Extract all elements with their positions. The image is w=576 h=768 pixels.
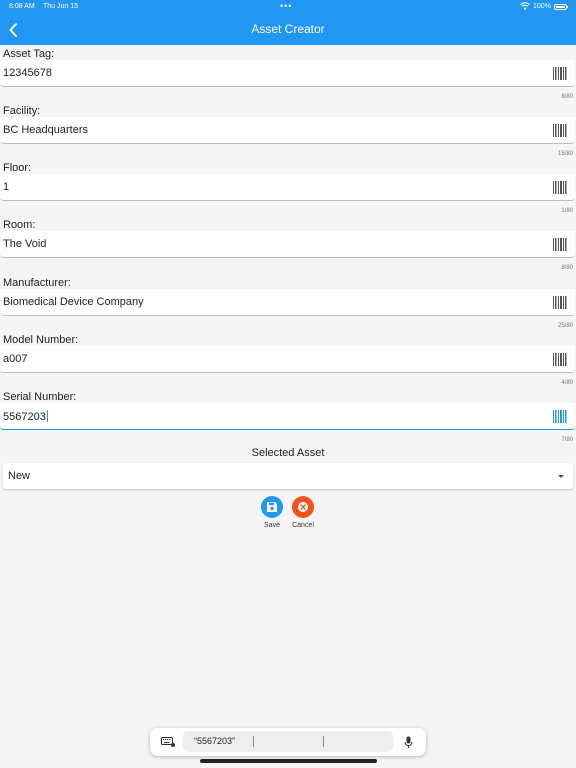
serial-number-field: Serial Number: 5567203 7/80 <box>0 388 576 445</box>
save-button[interactable] <box>261 496 283 518</box>
character-counter: 7/80 <box>561 437 573 443</box>
serial-number-input[interactable]: 5567203 <box>0 403 575 430</box>
field-value: BC Headquarters <box>3 124 88 136</box>
floppy-disk-icon <box>267 502 277 512</box>
field-label: Manufacturer: <box>3 277 71 289</box>
room-field: Room: The Void 8/80 <box>0 216 576 273</box>
barcode-scan-icon[interactable] <box>553 67 567 80</box>
microphone-icon[interactable] <box>404 736 413 749</box>
model-number-input[interactable]: a007 <box>0 346 575 373</box>
field-value: 1 <box>3 181 10 193</box>
room-input[interactable]: The Void <box>0 231 575 258</box>
field-label: Facility: <box>3 105 41 117</box>
keyboard-shortcut-bar: “5567203” <box>150 728 426 756</box>
field-label: Room: <box>3 219 36 231</box>
selected-asset-dropdown[interactable]: New <box>3 463 573 489</box>
suggestion-item[interactable]: “5567203” <box>194 736 235 746</box>
barcode-scan-icon[interactable] <box>553 124 567 137</box>
suggestion-divider <box>253 736 254 747</box>
character-counter: 25/80 <box>557 323 573 329</box>
asset-tag-input[interactable]: 12345678 <box>0 60 575 87</box>
manufacturer-field: Manufacturer: Biomedical Device Company … <box>0 274 576 331</box>
multitasking-dots-icon[interactable]: ••• <box>280 1 292 11</box>
dropdown-value: New <box>8 470 31 482</box>
field-value: a007 <box>3 353 28 365</box>
barcode-scan-icon[interactable] <box>553 181 567 194</box>
field-label: Serial Number: <box>3 391 77 403</box>
floor-field: Floor: 1 1/80 <box>0 159 576 216</box>
facility-field: Facility: BC Headquarters 15/80 <box>0 102 576 159</box>
app-bar: Asset Creator <box>0 15 576 45</box>
field-label: Floor: <box>3 162 32 174</box>
asset-tag-field: Asset Tag: 12345678 8/80 <box>0 45 576 102</box>
floor-input[interactable]: 1 <box>0 174 575 201</box>
barcode-scan-icon[interactable] <box>553 296 567 309</box>
field-label: Model Number: <box>3 334 79 346</box>
selected-asset-label: Selected Asset <box>251 447 325 459</box>
status-time: 8:08 AM <box>9 3 35 10</box>
field-value: Biomedical Device Company <box>3 296 144 308</box>
field-value: 5567203 <box>3 410 48 423</box>
character-counter: 4/80 <box>561 380 573 386</box>
facility-input[interactable]: BC Headquarters <box>0 117 575 144</box>
cancel-x-icon <box>298 502 308 512</box>
battery-percent: 100% <box>533 3 551 10</box>
status-date: Thu Jun 15 <box>43 3 79 10</box>
barcode-scan-icon[interactable] <box>553 353 567 366</box>
wifi-icon <box>520 2 530 10</box>
field-value: The Void <box>3 238 47 250</box>
dropdown-arrow-icon <box>558 475 564 478</box>
text-cursor <box>46 410 48 422</box>
character-counter: 1/80 <box>561 208 573 214</box>
cancel-label: Cancel <box>292 522 314 529</box>
status-bar: 8:08 AM Thu Jun 15 ••• 100% <box>0 0 576 15</box>
character-counter: 15/80 <box>557 151 573 157</box>
keyboard-icon[interactable] <box>161 737 175 747</box>
cancel-button[interactable] <box>292 496 314 518</box>
field-value: 12345678 <box>3 67 52 79</box>
page-title: Asset Creator <box>251 22 325 36</box>
field-value-text: 5567203 <box>3 411 46 423</box>
suggestion-divider <box>323 736 324 747</box>
battery-tip <box>567 6 568 8</box>
manufacturer-input[interactable]: Biomedical Device Company <box>0 289 575 316</box>
model-number-field: Model Number: a007 4/80 <box>0 331 576 388</box>
predictive-suggestions: “5567203” <box>183 731 393 752</box>
character-counter: 8/80 <box>561 94 573 100</box>
character-counter: 8/80 <box>561 265 573 271</box>
field-label: Asset Tag: <box>3 48 55 60</box>
battery-icon <box>554 4 567 10</box>
barcode-scan-icon[interactable] <box>553 238 567 251</box>
barcode-scan-icon[interactable] <box>553 410 567 423</box>
home-indicator <box>200 759 377 763</box>
